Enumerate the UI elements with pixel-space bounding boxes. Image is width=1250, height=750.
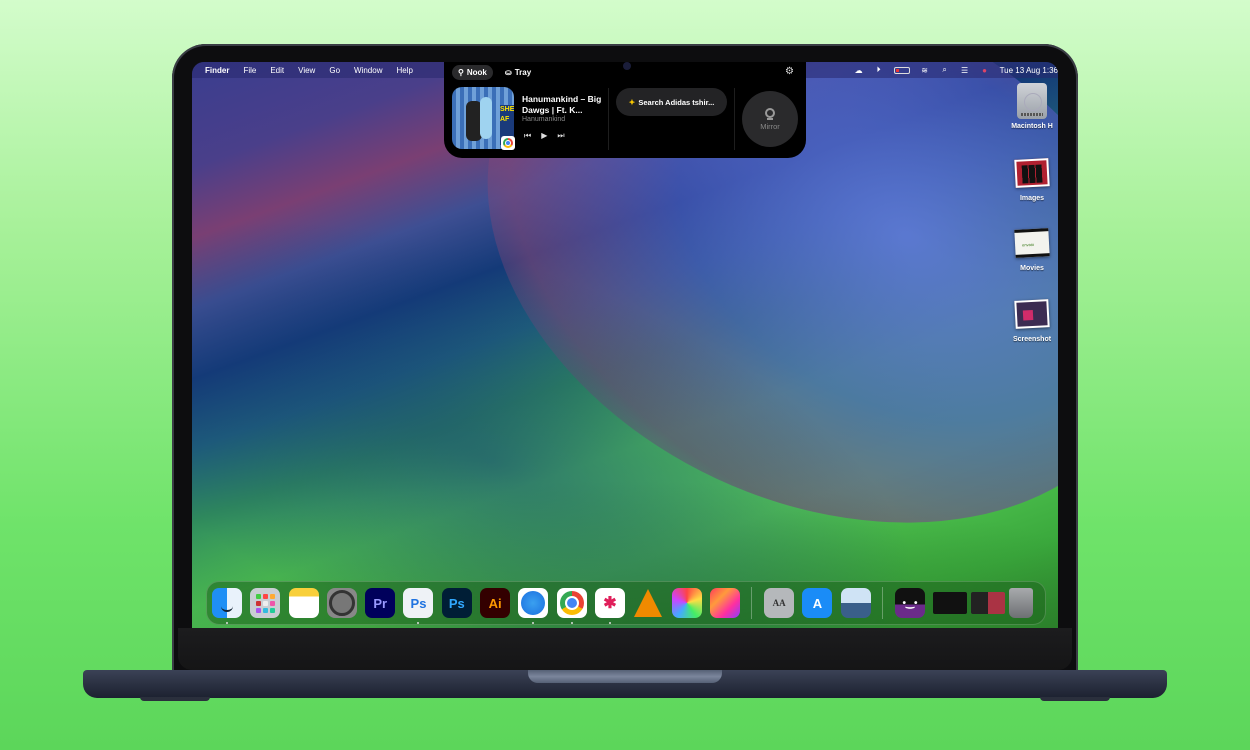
playback-controls: ⏮ ▶ ⏭ [524,131,565,141]
search-icon[interactable]: ⌕ [940,65,950,74]
dock-vlc[interactable] [633,588,663,618]
desktop-icon-label: Movies [1020,265,1044,272]
desktop-icon-movies[interactable]: Movies [1006,224,1058,272]
dock-separator [751,587,753,619]
desktop-icon-screenshots[interactable]: Screenshot [1006,295,1058,343]
chrome-icon [501,136,515,150]
gear-icon[interactable]: ⚙ [785,66,794,77]
menu-app-finder[interactable]: Finder [205,66,229,75]
folder-movies-icon [1014,228,1050,258]
control-center-icon[interactable]: ☰ [960,66,970,75]
dock-chrome[interactable] [556,588,587,624]
tab-nook-label: Nook [466,68,487,77]
mirror-button[interactable]: Mirror [742,91,798,147]
dock-safari[interactable] [518,588,549,624]
dock-illustrator[interactable]: Ai [480,588,511,618]
song-title: Hanumankind – Big Dawgs | Ft. K... [522,94,602,115]
dock-final-cut-pro[interactable] [671,588,702,618]
wifi-icon[interactable]: ≋ [920,66,930,75]
menu-view[interactable]: View [298,66,315,75]
folder-images-icon [1014,158,1050,188]
divider [608,88,609,150]
folder-screenshots-icon [1014,299,1050,329]
dock-slack-window[interactable] [933,592,968,614]
dock-creative-cloud[interactable] [709,588,740,618]
mirror-label: Mirror [760,121,780,131]
hinge-notch [528,670,722,683]
webcam-icon [765,107,775,120]
menu-go[interactable]: Go [329,66,340,75]
tab-tray-label: Tray [514,68,532,77]
dock-photoshop[interactable]: Ps [441,588,472,618]
tray-icon: ⛀ [505,68,512,77]
bezel-bottom [178,628,1072,670]
ps-beta-label: Ps [410,595,427,611]
dock-trash[interactable] [1009,588,1034,618]
now-playing-info: Hanumankind – Big Dawgs | Ft. K... Hanum… [522,94,608,123]
dock-app-store[interactable]: A [802,588,833,618]
play-icon[interactable]: ▶ [541,131,547,141]
hard-drive-icon [1017,83,1047,119]
menu-edit[interactable]: Edit [270,66,284,75]
siri-icon[interactable]: ● [980,66,990,75]
macbook-foot [140,697,210,701]
menu-help[interactable]: Help [396,66,412,75]
battery-icon[interactable] [893,66,910,74]
dock-chrome-window[interactable] [971,592,1006,614]
nook-panel: ⚲ Nook ⛀ Tray ⚙ SHE AF Hanumankind – Big… [444,62,806,158]
previous-track-icon[interactable]: ⏮ [524,131,531,141]
dock-face-app[interactable]: •‿• [895,588,926,618]
dock-photoshop-beta[interactable]: Ps [403,588,434,624]
dock-font-book[interactable]: AA [764,588,795,618]
nook-lamp-icon: ⚲ [458,68,464,77]
search-suggestion-button[interactable]: ✦ Search Adidas tshir... [616,88,727,116]
sparkle-icon: ✦ [628,97,636,107]
slack-glyph: ✱ [603,595,617,612]
dock-launchpad[interactable] [250,588,281,618]
tab-nook[interactable]: ⚲ Nook [452,65,493,80]
desktop-icon-label: Screenshot [1012,336,1052,343]
next-track-icon[interactable]: ⏭ [557,131,564,141]
search-suggestion-label: Search Adidas tshir... [638,97,715,107]
dock-premiere-pro[interactable]: Pr [365,588,396,618]
menu-clock[interactable]: Tue 13 Aug 1:36 [1000,66,1058,75]
dock-finder[interactable] [212,588,242,624]
desktop-screen: Finder File Edit View Go Window Help ☁ ⏵… [192,62,1058,628]
desktop-icon-images[interactable]: Images [1006,154,1058,202]
macbook-foot [1040,697,1110,701]
dock-preview[interactable] [840,588,871,618]
divider [734,88,735,150]
menu-window[interactable]: Window [354,66,382,75]
dock-notes[interactable] [288,588,319,618]
camera-icon [623,62,631,70]
art-figure [480,97,492,139]
song-artist: Hanumankind [522,116,566,123]
desktop-icon-label: Macintosh H [1011,123,1053,130]
dock-slack[interactable]: ✱ [594,588,625,624]
dock: Pr Ps Ps Ai ✱ AA A •‿• [206,581,1046,625]
menu-file[interactable]: File [243,66,256,75]
tab-tray[interactable]: ⛀ Tray [499,65,537,80]
desktop-icon-macintosh-hd[interactable]: Macintosh H [1006,82,1058,130]
dock-system-settings[interactable] [326,588,357,618]
play-circle-icon[interactable]: ⏵ [874,65,884,74]
desktop-icon-label: Images [1019,195,1045,202]
creative-cloud-icon[interactable]: ☁ [854,66,864,75]
dock-separator [882,587,884,619]
